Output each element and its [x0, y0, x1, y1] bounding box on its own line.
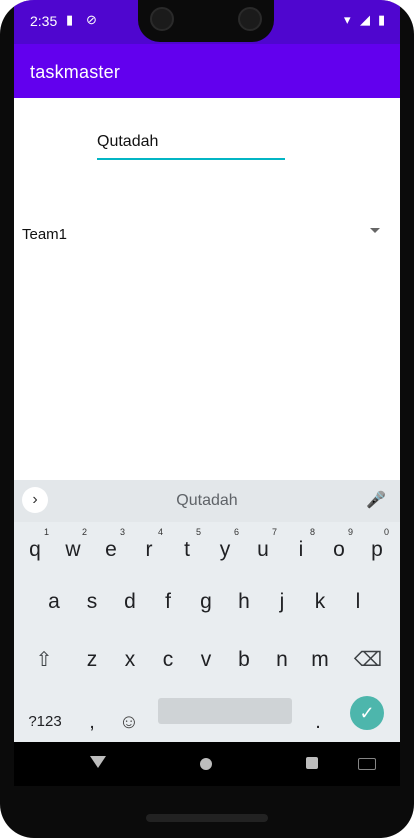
team-spinner[interactable]: Team1	[14, 218, 400, 252]
key-b[interactable]: b	[226, 640, 262, 680]
phone-frame: 2:35 ▮ ⊘ ▾ ◢ ▮ taskmaster Qutadah Team1 …	[0, 0, 414, 838]
front-camera-icon	[150, 7, 174, 31]
keyboard-switch-icon[interactable]	[358, 758, 376, 770]
soft-keyboard: › Qutadah 🎤 q w e r t y u i o p 1 2 3 4 …	[14, 480, 400, 742]
enter-check-icon[interactable]: ✓	[350, 696, 384, 730]
recents-icon[interactable]	[306, 757, 318, 769]
key-m[interactable]: m	[302, 640, 338, 680]
key-s[interactable]: s	[74, 582, 110, 622]
key-a[interactable]: a	[36, 582, 72, 622]
key-x[interactable]: x	[112, 640, 148, 680]
sd-card-icon: ▮	[66, 12, 74, 27]
key-v[interactable]: v	[188, 640, 224, 680]
key-l[interactable]: l	[340, 582, 376, 622]
name-input[interactable]: Qutadah	[97, 130, 285, 160]
key-h[interactable]: h	[226, 582, 262, 622]
key-d[interactable]: d	[112, 582, 148, 622]
microphone-icon[interactable]: 🎤	[366, 490, 386, 510]
bottom-speaker	[146, 814, 268, 822]
screen: 2:35 ▮ ⊘ ▾ ◢ ▮ taskmaster Qutadah Team1 …	[14, 0, 400, 786]
symbols-key[interactable]: ?123	[20, 702, 70, 742]
key-n[interactable]: n	[264, 640, 300, 680]
comma-key[interactable]: ,	[80, 702, 104, 742]
app-title: taskmaster	[30, 62, 121, 82]
key-f[interactable]: f	[150, 582, 186, 622]
camera-notch	[138, 0, 274, 42]
hint-0: 0	[384, 527, 390, 537]
signal-icon: ◢	[360, 12, 370, 27]
team-spinner-value: Team1	[22, 226, 68, 243]
period-key[interactable]: .	[306, 702, 330, 742]
shift-key-icon[interactable]: ⇧	[26, 640, 62, 680]
wifi-icon: ▾	[344, 12, 351, 27]
home-icon[interactable]	[200, 758, 212, 770]
space-key[interactable]	[158, 698, 292, 724]
status-bar: 2:35 ▮ ⊘ ▾ ◢ ▮	[14, 0, 400, 44]
status-time: 2:35	[30, 13, 58, 29]
suggestion-strip: › Qutadah 🎤	[14, 480, 400, 522]
suggestion-text[interactable]: Qutadah	[14, 492, 400, 510]
no-sim-icon: ⊘	[86, 12, 97, 27]
key-g[interactable]: g	[188, 582, 224, 622]
battery-icon: ▮	[378, 12, 386, 27]
name-input-value: Qutadah	[97, 133, 159, 150]
key-z[interactable]: z	[74, 640, 110, 680]
back-icon[interactable]	[90, 756, 106, 768]
emoji-icon[interactable]: ☺	[114, 702, 144, 742]
key-c[interactable]: c	[150, 640, 186, 680]
app-bar: taskmaster	[14, 44, 400, 98]
key-j[interactable]: j	[264, 582, 300, 622]
navigation-bar	[14, 742, 400, 786]
key-k[interactable]: k	[302, 582, 338, 622]
front-camera-icon	[238, 7, 262, 31]
dropdown-arrow-icon[interactable]	[370, 228, 380, 233]
backspace-icon[interactable]: ⌫	[350, 640, 386, 680]
